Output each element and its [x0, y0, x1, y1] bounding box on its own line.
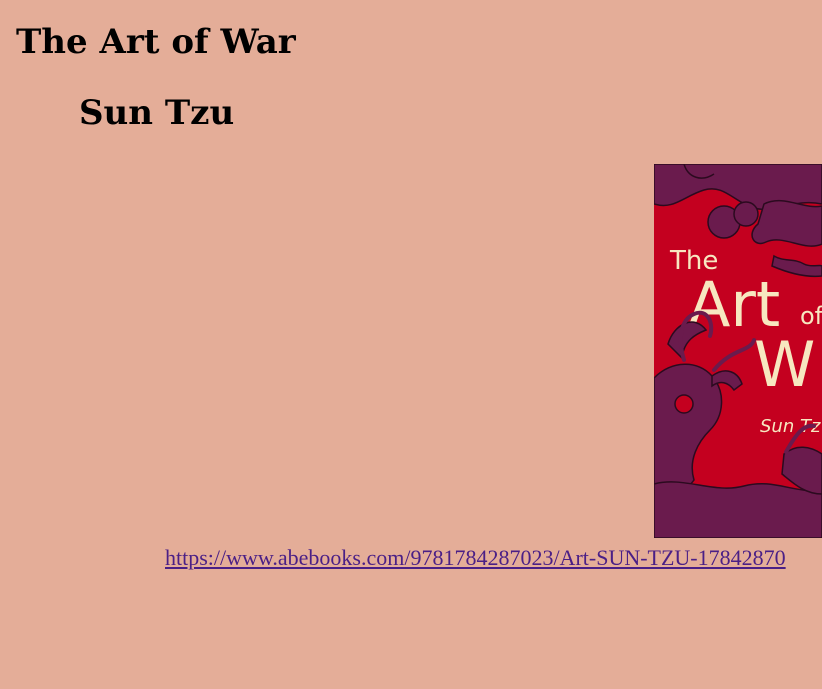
cover-title-war: W [754, 328, 815, 401]
source-link[interactable]: https://www.abebooks.com/9781784287023/A… [165, 544, 786, 572]
book-title: The Art of War [16, 22, 296, 62]
cover-title-of: of [800, 302, 822, 330]
book-cover-image: The Art of W Sun Tz [654, 164, 822, 538]
book-author: Sun Tzu [79, 93, 235, 133]
